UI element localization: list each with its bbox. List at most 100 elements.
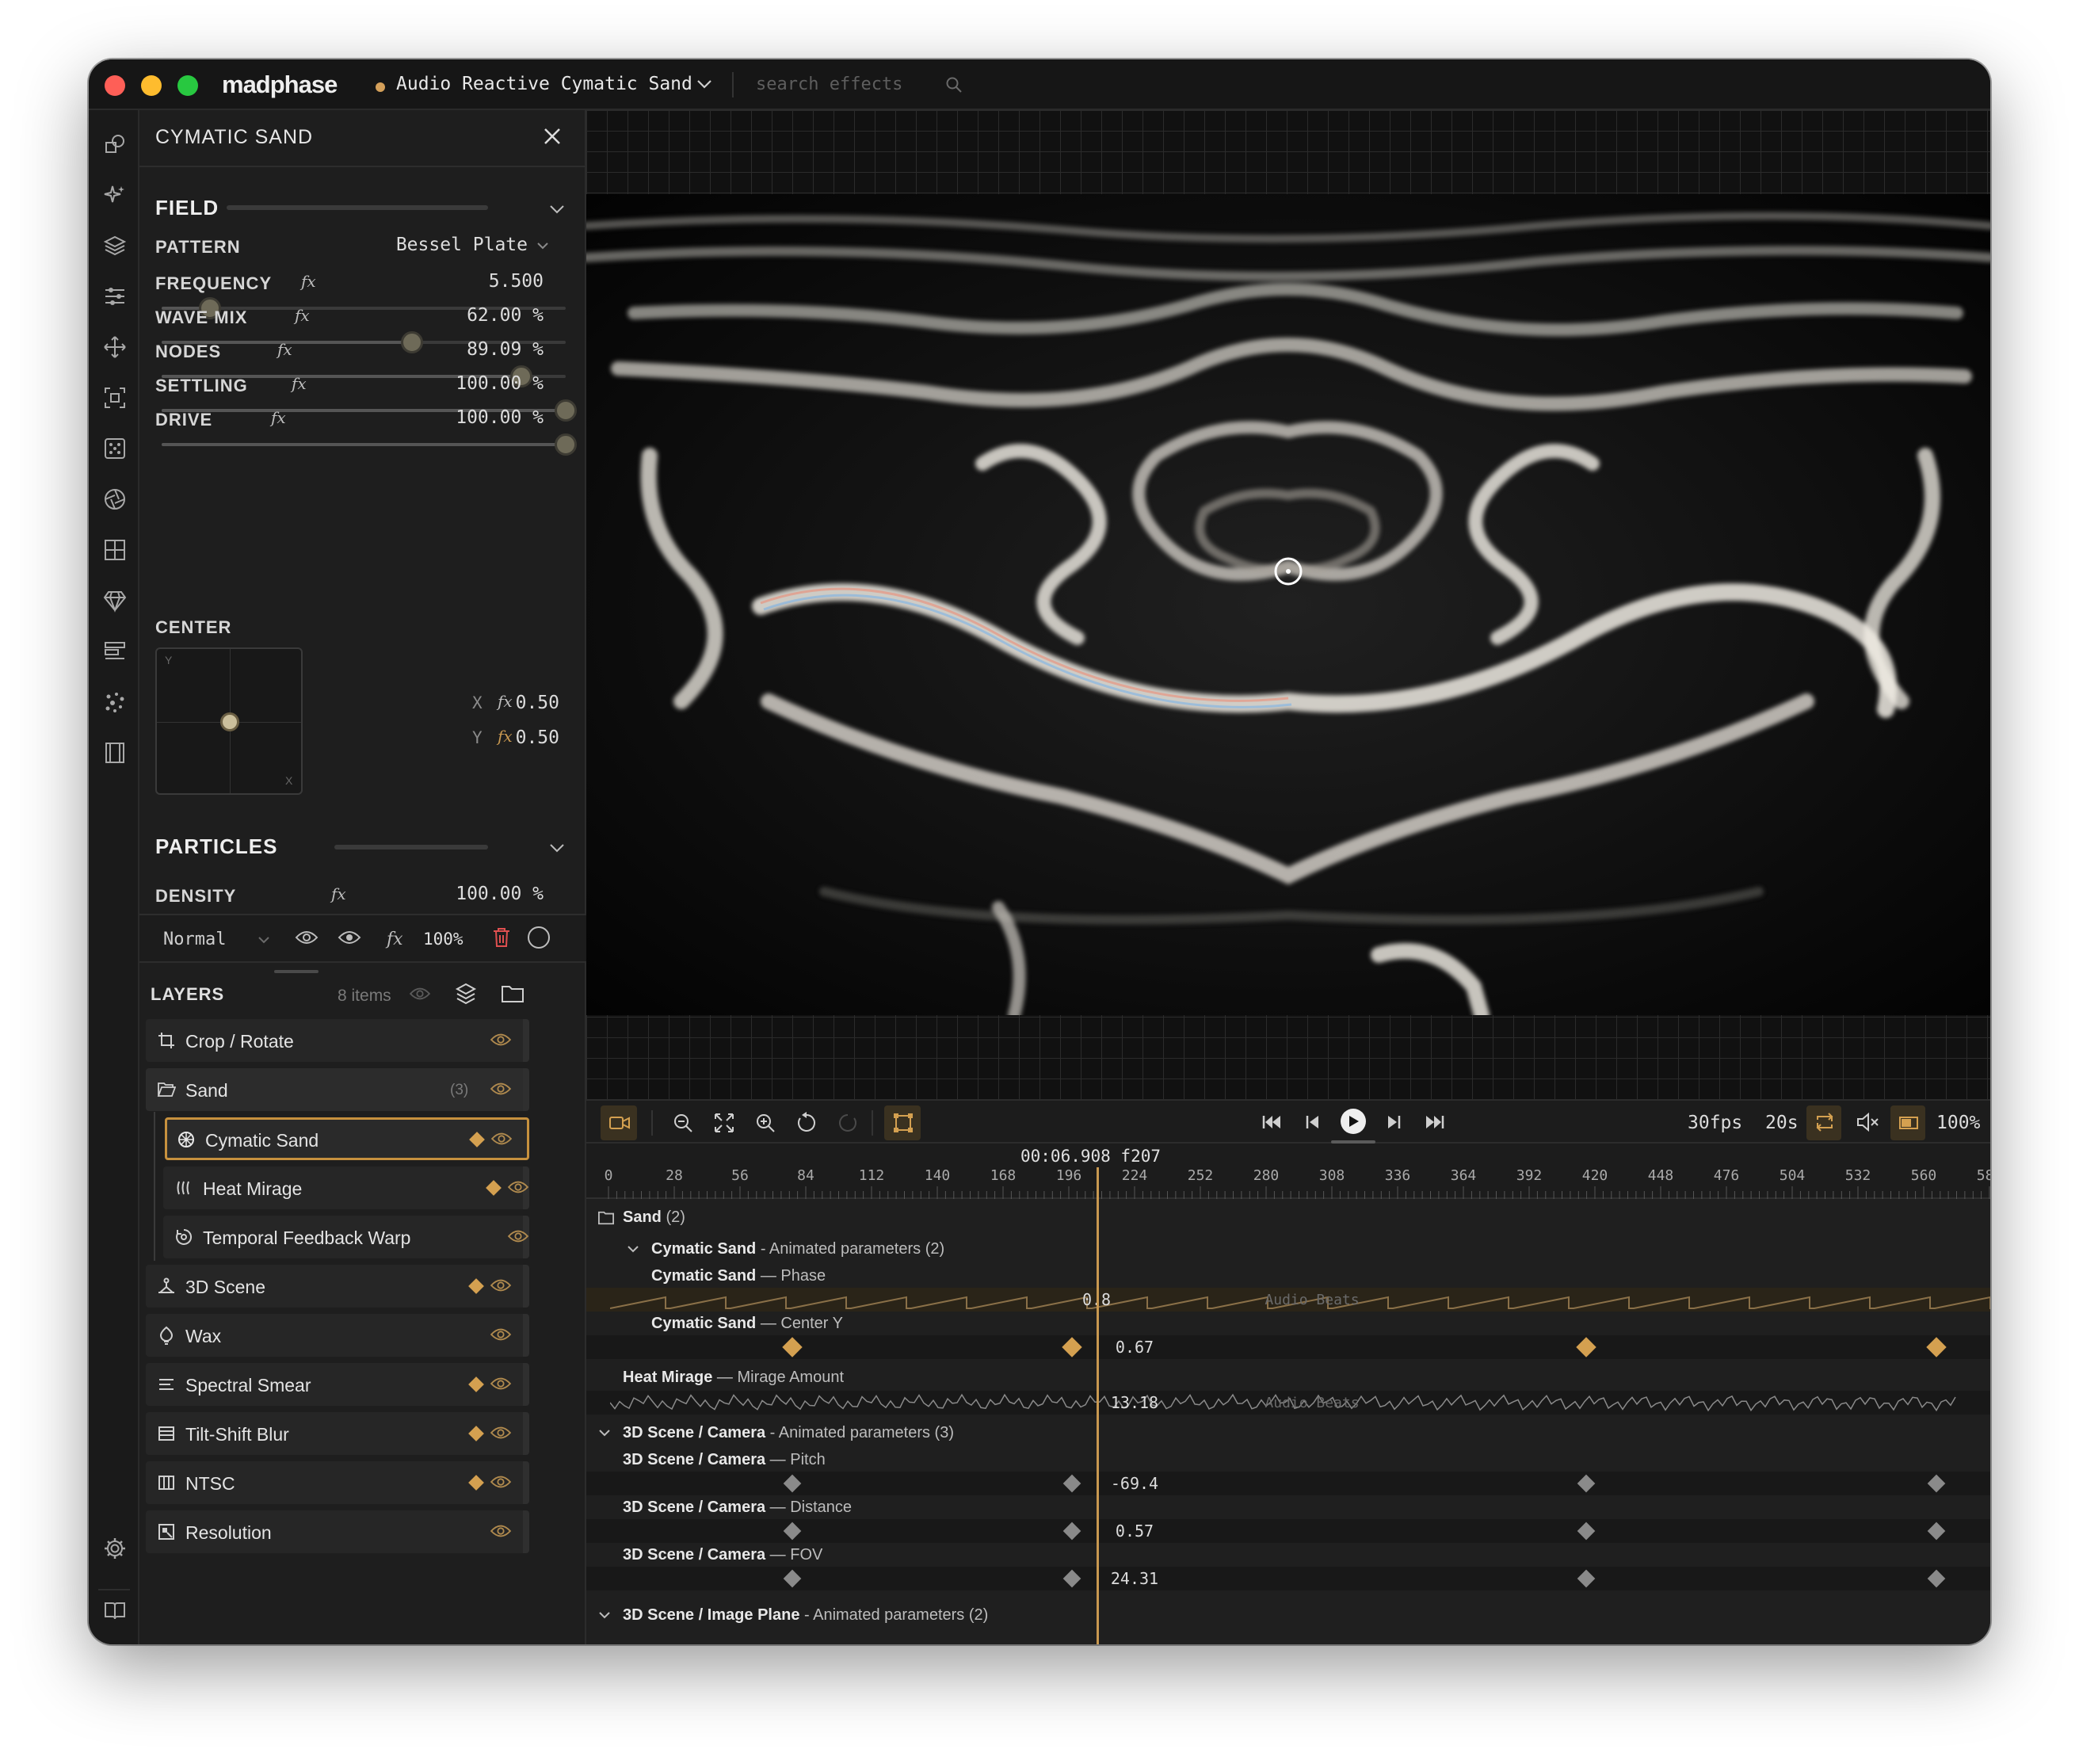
eye-icon[interactable] [490, 1080, 512, 1098]
layer-row[interactable]: Heat Mirage [163, 1166, 529, 1209]
keyframe[interactable] [783, 1569, 802, 1588]
param-value[interactable]: 89.09 % [401, 339, 544, 360]
sparkle-icon[interactable] [103, 183, 127, 207]
tl-group-sand[interactable]: Sand (2) [623, 1208, 685, 1227]
keyframe[interactable] [1927, 1569, 1946, 1588]
book-icon[interactable] [103, 1598, 127, 1622]
param-fx-button[interactable]: fx [295, 306, 310, 325]
search-icon[interactable] [944, 75, 963, 94]
duration-select[interactable]: 20s [1765, 1113, 1799, 1133]
zoom-level-select[interactable]: 100% [1936, 1113, 1980, 1133]
param-fx-button[interactable]: fx [271, 408, 286, 427]
track-camera-pitch[interactable]: -69.4 [586, 1472, 1990, 1495]
keyframe[interactable] [1062, 1522, 1081, 1541]
eye-icon[interactable] [490, 1031, 512, 1048]
zoom-in-icon[interactable] [754, 1112, 776, 1134]
circle-toggle-icon[interactable] [528, 926, 550, 949]
keyframe-diamond-icon[interactable] [468, 1278, 484, 1294]
param-value[interactable]: 100.00 % [401, 373, 544, 394]
param-fx-button[interactable]: fx [277, 340, 292, 359]
playhead[interactable] [1097, 1167, 1099, 1644]
close-icon[interactable] [542, 126, 563, 147]
field-section-title[interactable]: FIELD [155, 196, 219, 220]
chevron-down-icon[interactable] [696, 75, 713, 93]
keyframe-diamond-icon[interactable] [468, 1376, 484, 1392]
layers-icon[interactable] [103, 234, 127, 258]
resize-handle[interactable] [274, 970, 319, 973]
tl-row-camera-distance[interactable]: 3D Scene / Camera — Distance [623, 1499, 852, 1517]
track-camera-fov[interactable]: 24.31 [586, 1567, 1990, 1590]
eye-icon[interactable] [490, 1375, 512, 1392]
shapes-icon[interactable] [103, 132, 127, 156]
play-button[interactable] [1341, 1109, 1366, 1134]
skip-start-icon[interactable] [1261, 1113, 1282, 1131]
layer-row[interactable]: Wax [146, 1314, 529, 1357]
param-fx-button[interactable]: fx [292, 374, 307, 393]
eye-icon[interactable] [409, 985, 431, 1002]
eye-icon[interactable] [490, 1473, 512, 1491]
chevron-down-icon[interactable] [257, 933, 271, 947]
bounding-box-icon[interactable] [892, 1112, 914, 1134]
slider-knob[interactable] [555, 433, 577, 456]
param-value[interactable]: 100.00 % [401, 407, 544, 428]
layer-row[interactable]: Crop / Rotate [146, 1019, 529, 1062]
density-fx[interactable]: fx [331, 884, 346, 903]
eye-icon[interactable] [507, 1178, 529, 1196]
track-cymatic-centery[interactable]: 0.67 [586, 1335, 1990, 1359]
eye-icon[interactable] [490, 1522, 512, 1540]
project-name[interactable]: Audio Reactive Cymatic Sand [396, 74, 692, 94]
zoom-window-button[interactable] [177, 75, 198, 96]
keyframe[interactable] [783, 1474, 802, 1493]
layer-row[interactable]: 3D Scene [146, 1265, 529, 1308]
keyframe[interactable] [1577, 1522, 1596, 1541]
tl-row-camera-fov[interactable]: 3D Scene / Camera — FOV [623, 1546, 822, 1564]
reset-view-icon[interactable] [795, 1112, 818, 1134]
eye-icon[interactable] [295, 928, 319, 947]
tl-row-camera-group[interactable]: 3D Scene / Camera - Animated parameters … [623, 1424, 954, 1442]
preview-viewport[interactable] [586, 110, 1990, 1099]
tl-row-imageplane-group[interactable]: 3D Scene / Image Plane - Animated parame… [623, 1606, 988, 1625]
layer-fx-button[interactable]: fx [387, 930, 403, 949]
eye-icon[interactable] [490, 1277, 512, 1294]
tl-row-cymatic-group[interactable]: Cymatic Sand - Animated parameters (2) [651, 1240, 944, 1258]
particles-section-title[interactable]: PARTICLES [155, 834, 277, 859]
fps-select[interactable]: 30fps [1688, 1113, 1742, 1133]
keyframe[interactable] [782, 1337, 803, 1357]
aperture-icon[interactable] [103, 487, 127, 511]
chevron-down-icon[interactable] [626, 1242, 640, 1256]
crop-frame-icon[interactable] [103, 386, 127, 410]
tl-row-cymatic-phase[interactable]: Cymatic Sand — Phase [651, 1267, 826, 1285]
keyframe[interactable] [1926, 1337, 1947, 1357]
layer-row[interactable]: Temporal Feedback Warp [163, 1216, 529, 1258]
tl-row-cymatic-centery[interactable]: Cymatic Sand — Center Y [651, 1315, 843, 1333]
slider-knob[interactable] [555, 399, 577, 422]
settings-icon[interactable] [103, 1537, 127, 1560]
center-y-value[interactable]: 0.50 [512, 727, 559, 748]
close-window-button[interactable] [105, 75, 125, 96]
eye-icon[interactable] [490, 1424, 512, 1441]
keyframe-diamond-icon[interactable] [468, 1475, 484, 1491]
keyframe[interactable] [1577, 1569, 1596, 1588]
keyframe[interactable] [1576, 1337, 1596, 1357]
param-slider[interactable] [162, 433, 577, 456]
camera-icon[interactable] [608, 1115, 631, 1131]
pattern-select[interactable]: Bessel Plate [393, 235, 528, 255]
sliders-icon[interactable] [103, 284, 127, 308]
chevron-down-icon[interactable] [548, 839, 566, 857]
keyframe[interactable] [1062, 1569, 1081, 1588]
dice-icon[interactable] [103, 437, 127, 460]
folder-icon[interactable] [501, 983, 525, 1004]
particles-icon[interactable] [103, 690, 127, 714]
move-icon[interactable] [103, 335, 127, 359]
chevron-down-icon[interactable] [548, 200, 566, 218]
chevron-down-icon[interactable] [597, 1608, 612, 1622]
center-x-fx[interactable]: fx [498, 692, 513, 711]
align-icon[interactable] [103, 640, 127, 663]
keyframe[interactable] [1062, 1474, 1081, 1493]
blend-mode-select[interactable]: Normal [163, 930, 226, 949]
minimize-window-button[interactable] [141, 75, 162, 96]
gem-icon[interactable] [103, 589, 127, 613]
center-y-fx[interactable]: fx [498, 727, 513, 746]
layer-opacity[interactable]: 100% [423, 930, 463, 949]
center-handle[interactable] [220, 712, 239, 731]
